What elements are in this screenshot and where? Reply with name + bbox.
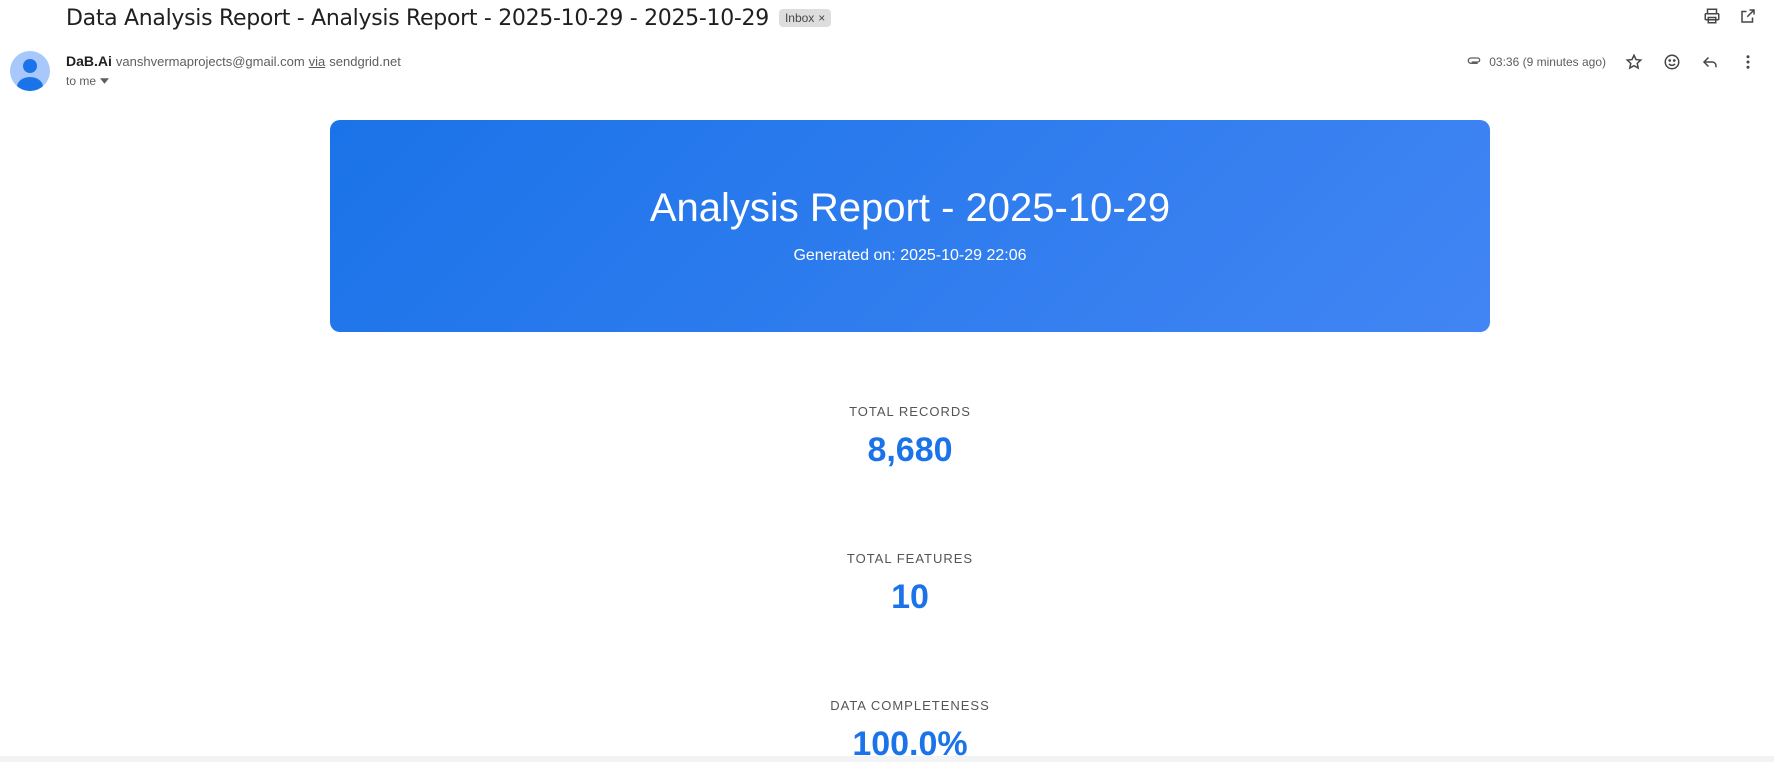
stat-label: DATA COMPLETENESS <box>830 698 990 713</box>
sender-line: DaB.Ai vanshvermaprojects@gmail.com via … <box>66 53 401 69</box>
chevron-down-icon <box>100 78 110 84</box>
reply-icon[interactable] <box>1700 52 1720 72</box>
sender-email: vanshvermaprojects@gmail.com <box>115 54 305 69</box>
stat-label: TOTAL RECORDS <box>849 404 971 419</box>
inbox-label-chip[interactable]: Inbox × <box>778 9 832 27</box>
viewport-bottom-edge <box>0 756 1774 762</box>
via-domain: sendgrid.net <box>329 54 401 69</box>
label-text: Inbox <box>784 11 815 25</box>
stat-data-completeness: DATA COMPLETENESS 100.0% <box>330 698 1490 764</box>
emoji-icon[interactable] <box>1662 52 1682 72</box>
timestamp: 03:36 (9 minutes ago) <box>1467 54 1606 70</box>
report-generated: Generated on: 2025-10-29 22:06 <box>793 247 1027 264</box>
recipient-toggle[interactable]: to me <box>66 74 110 88</box>
report-title: Analysis Report - 2025-10-29 <box>649 186 1171 230</box>
avatar[interactable] <box>10 51 50 91</box>
message-meta: 03:36 (9 minutes ago) <box>1467 52 1758 72</box>
timestamp-text: 03:36 (9 minutes ago) <box>1489 55 1606 69</box>
print-icon[interactable] <box>1702 6 1722 26</box>
avatar-person-icon <box>17 59 43 91</box>
star-icon[interactable] <box>1624 52 1644 72</box>
stat-label: TOTAL FEATURES <box>846 551 974 566</box>
via-link[interactable]: via <box>309 54 326 69</box>
stat-value: 8,680 <box>867 431 953 469</box>
remove-label-icon[interactable]: × <box>818 11 825 25</box>
stat-total-records: TOTAL RECORDS 8,680 <box>330 404 1490 470</box>
recipient-text: to me <box>66 74 97 88</box>
sender-name[interactable]: DaB.Ai <box>66 53 112 69</box>
stat-value: 10 <box>891 578 929 616</box>
more-vert-icon[interactable] <box>1738 52 1758 72</box>
open-new-window-icon[interactable] <box>1738 6 1758 26</box>
email-subject: Data Analysis Report - Analysis Report -… <box>66 5 769 31</box>
top-actions <box>1702 6 1758 26</box>
subject-row: Data Analysis Report - Analysis Report -… <box>66 4 832 32</box>
report-banner: Analysis Report - 2025-10-29 Generated o… <box>330 120 1490 332</box>
attachment-icon <box>1467 57 1481 64</box>
stat-total-features: TOTAL FEATURES 10 <box>330 551 1490 617</box>
